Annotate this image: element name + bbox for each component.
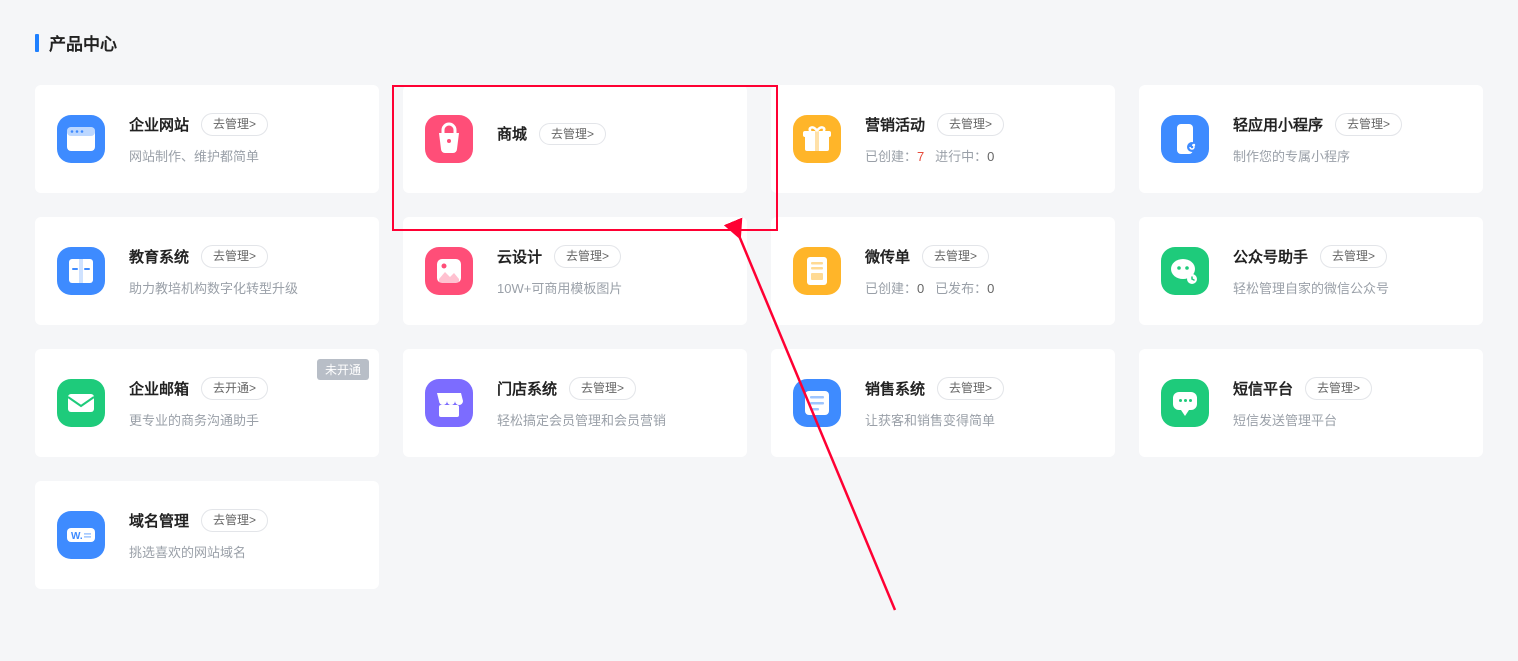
card-title: 轻应用小程序 [1233,114,1323,135]
card-description: 制作您的专属小程序 [1233,146,1461,165]
section-title-text: 产品中心 [49,30,117,55]
product-card-mendian-xitong[interactable]: 门店系统去管理> 轻松搞定会员管理和会员营销 [403,349,747,457]
domain-icon [57,511,105,559]
card-title: 营销活动 [865,114,925,135]
flyer-icon [793,247,841,295]
card-description: 已创建：0 已发布：0 [865,278,1093,297]
product-card-qiye-youxiang[interactable]: 企业邮箱去开通> 更专业的商务沟通助手 未开通 [35,349,379,457]
product-card-wei-chuandan[interactable]: 微传单去管理>已创建：0 已发布：0 [771,217,1115,325]
book-icon [57,247,105,295]
card-title: 域名管理 [129,510,189,531]
product-card-gongzhonghao-zhushou[interactable]: 公众号助手去管理> 轻松管理自家的微信公众号 [1139,217,1483,325]
stat-label: 已创建： [865,149,917,164]
gift-icon [793,115,841,163]
list-icon [793,379,841,427]
manage-button[interactable]: 去管理> [539,123,606,145]
image-icon [425,247,473,295]
card-title: 销售系统 [865,378,925,399]
manage-button[interactable]: 去管理> [1305,377,1372,399]
card-title: 公众号助手 [1233,246,1308,267]
stat-value: 0 [987,281,994,296]
card-description: 轻松搞定会员管理和会员营销 [497,410,725,429]
manage-button[interactable]: 去管理> [201,245,268,267]
card-title: 企业网站 [129,114,189,135]
card-description: 已创建：7 进行中：0 [865,146,1093,165]
manage-button[interactable]: 去管理> [1335,113,1402,135]
manage-button[interactable]: 去管理> [201,113,268,135]
product-card-shangcheng[interactable]: 商城去管理> [403,85,747,193]
stat-value: 0 [987,149,994,164]
stat-label: 进行中： [935,149,987,164]
card-title: 商城 [497,123,527,144]
open-button[interactable]: 去开通> [201,377,268,399]
manage-button[interactable]: 去管理> [1320,245,1387,267]
product-card-qingyingyong-xiaochengxu[interactable]: 轻应用小程序去管理> 制作您的专属小程序 [1139,85,1483,193]
product-card-yingxiao-huodong[interactable]: 营销活动去管理> 已创建：7 进行中：0 [771,85,1115,193]
card-description: 让获客和销售变得简单 [865,410,1093,429]
phone-icon [1161,115,1209,163]
card-title: 短信平台 [1233,378,1293,399]
stat-label: 已发布： [935,281,987,296]
product-card-jiaoyu-xitong[interactable]: 教育系统去管理> 助力教培机构数字化转型升级 [35,217,379,325]
card-title: 门店系统 [497,378,557,399]
product-card-duanxin-pingtai[interactable]: 短信平台去管理> 短信发送管理平台 [1139,349,1483,457]
stat-label: 已创建： [865,281,917,296]
card-description: 网站制作、维护都简单 [129,146,357,165]
manage-button[interactable]: 去管理> [569,377,636,399]
store-icon [425,379,473,427]
product-card-yuming-guanli[interactable]: 域名管理去管理> 挑选喜欢的网站域名 [35,481,379,589]
card-title: 微传单 [865,246,910,267]
bag-icon [425,115,473,163]
product-card-xiaoshou-xitong[interactable]: 销售系统去管理> 让获客和销售变得简单 [771,349,1115,457]
card-description: 更专业的商务沟通助手 [129,410,357,429]
mail-icon [57,379,105,427]
card-description: 短信发送管理平台 [1233,410,1461,429]
card-description: 挑选喜欢的网站域名 [129,542,357,561]
manage-button[interactable]: 去管理> [201,509,268,531]
wechat-icon [1161,247,1209,295]
chat-icon [1161,379,1209,427]
card-title: 云设计 [497,246,542,267]
card-title: 企业邮箱 [129,378,189,399]
product-card-yun-sheji[interactable]: 云设计去管理> 10W+可商用模板图片 [403,217,747,325]
not-opened-badge: 未开通 [317,359,369,380]
window-icon [57,115,105,163]
card-description: 助力教培机构数字化转型升级 [129,278,357,297]
section-title: 产品中心 [35,30,1483,55]
product-card-qiye-wangzhan[interactable]: 企业网站去管理> 网站制作、维护都简单 [35,85,379,193]
card-description: 10W+可商用模板图片 [497,278,725,297]
manage-button[interactable]: 去管理> [922,245,989,267]
manage-button[interactable]: 去管理> [554,245,621,267]
manage-button[interactable]: 去管理> [937,113,1004,135]
card-description: 轻松管理自家的微信公众号 [1233,278,1461,297]
card-title: 教育系统 [129,246,189,267]
manage-button[interactable]: 去管理> [937,377,1004,399]
